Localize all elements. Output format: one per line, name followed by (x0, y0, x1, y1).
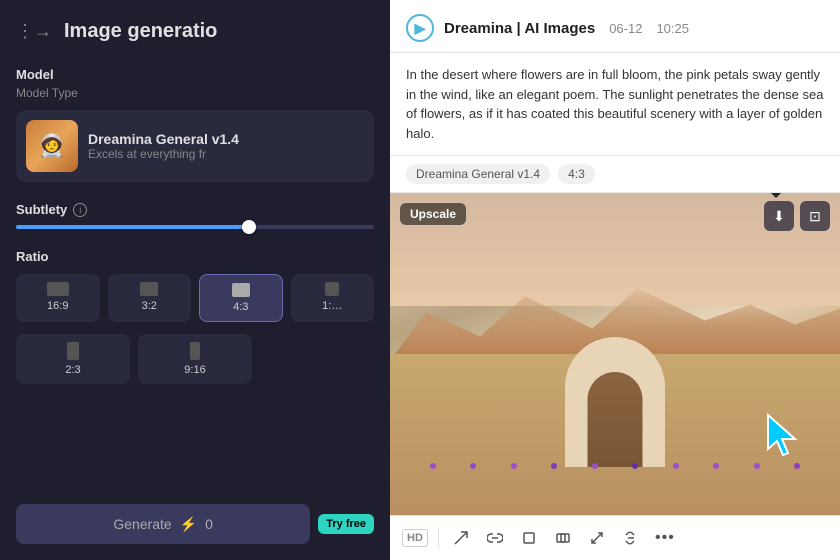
tag-model: Dreamina General v1.4 (406, 164, 550, 184)
tag-ratio: 4:3 (558, 164, 595, 184)
ratio-section: Ratio 16:9 3:2 4:3 1:… 2:3 (16, 249, 374, 384)
tags-row: Dreamina General v1.4 4:3 (390, 156, 840, 193)
ratio-text-3-2: 3:2 (142, 300, 157, 312)
page-title: Image generatio (64, 20, 217, 43)
ratio-text-9-16: 9:16 (184, 364, 205, 376)
toolbar-btn-chain[interactable] (617, 524, 645, 552)
flowers-row (413, 463, 818, 483)
flower (430, 463, 436, 469)
toolbar-btn-more[interactable]: ••• (651, 524, 679, 552)
slider-fill (16, 225, 249, 229)
hd-badge: HD (402, 529, 428, 547)
ratio-icon-2-3 (67, 342, 79, 360)
chain-icon (623, 530, 639, 546)
toolbar-btn-crop[interactable] (515, 524, 543, 552)
model-thumbnail: 🧑‍🚀 (26, 120, 78, 172)
image-actions: ⬇ Download ⊡ (764, 201, 830, 231)
image-container: Upscale ⬇ Download ⊡ (390, 193, 840, 515)
subtlety-row: Subtlety i (16, 202, 374, 217)
upscale-icon (453, 530, 469, 546)
link-icon (487, 530, 503, 546)
model-thumbnail-image: 🧑‍🚀 (26, 120, 78, 172)
generate-label: Generate (113, 516, 171, 532)
image-actions-wrapper: ⬇ Download ⊡ (764, 201, 830, 231)
toolbar-btn-link[interactable] (481, 524, 509, 552)
generate-bar: Generate ⚡ 0 Try free (16, 504, 374, 544)
flower (592, 463, 598, 469)
fullscreen-button[interactable]: ⊡ (800, 201, 830, 231)
ratio-icon-4-3 (232, 283, 250, 297)
ratio-btn-3-2[interactable]: 3:2 (108, 274, 192, 322)
flower (632, 463, 638, 469)
flower (713, 463, 719, 469)
ratio-icon-1-1 (325, 282, 339, 296)
bottom-toolbar: HD ••• (390, 515, 840, 560)
left-panel: ⋮→ Image generatio Model Model Type 🧑‍🚀 … (0, 0, 390, 560)
model-type-label: Model Type (16, 86, 374, 100)
ratio-icon-16-9 (47, 282, 69, 296)
model-section: Model Model Type 🧑‍🚀 Dreamina General v1… (16, 67, 374, 182)
ratio-grid: 16:9 3:2 4:3 1:… (16, 274, 374, 322)
ratio-icon-9-16 (190, 342, 200, 360)
slider-thumb[interactable] (242, 220, 256, 234)
ratio-btn-2-3[interactable]: 2:3 (16, 334, 130, 384)
generated-image (390, 193, 840, 515)
more-icon: ••• (655, 529, 675, 547)
download-icon: ⬇ (773, 208, 785, 225)
ratio-btn-1-1[interactable]: 1:… (291, 274, 375, 322)
subtlety-slider[interactable] (16, 225, 374, 229)
info-icon: i (73, 203, 87, 217)
ratio-grid-bottom: 2:3 9:16 (16, 334, 374, 384)
flower (551, 463, 557, 469)
model-label: Model (16, 67, 374, 82)
model-desc: Excels at everything fr (88, 147, 239, 161)
ratio-label: Ratio (16, 249, 374, 264)
arch-hole (588, 372, 643, 467)
sidebar-icon[interactable]: ⋮→ (16, 21, 52, 42)
generate-icon: ⚡ (180, 516, 197, 533)
download-button[interactable]: ⬇ Download (764, 201, 794, 231)
ratio-text-4-3: 4:3 (233, 301, 248, 313)
ratio-text-2-3: 2:3 (65, 364, 80, 376)
header-date: 06-12 (609, 21, 642, 36)
model-card[interactable]: 🧑‍🚀 Dreamina General v1.4 Excels at ever… (16, 110, 374, 182)
description-text: In the desert where flowers are in full … (406, 65, 824, 143)
ratio-btn-4-3[interactable]: 4:3 (199, 274, 283, 322)
arch-structure (555, 327, 675, 467)
flower (673, 463, 679, 469)
app-name: Dreamina | AI Images (444, 20, 595, 37)
expand-icon (555, 530, 571, 546)
flower (794, 463, 800, 469)
right-header: ▶ Dreamina | AI Images 06-12 10:25 (390, 0, 840, 53)
try-free-badge[interactable]: Try free (318, 514, 374, 534)
toolbar-btn-resize[interactable] (583, 524, 611, 552)
generate-credits: 0 (205, 516, 213, 532)
toolbar-btn-upscale[interactable] (447, 524, 475, 552)
ratio-icon-3-2 (140, 282, 158, 296)
ratio-text-16-9: 16:9 (47, 300, 68, 312)
model-name: Dreamina General v1.4 (88, 131, 239, 147)
app-icon: ▶ (406, 14, 434, 42)
upscale-badge: Upscale (400, 203, 466, 225)
fullscreen-icon: ⊡ (809, 208, 821, 225)
header-time: 10:25 (656, 21, 689, 36)
flower (754, 463, 760, 469)
resize-icon (589, 530, 605, 546)
description-area: In the desert where flowers are in full … (390, 53, 840, 156)
ratio-btn-16-9[interactable]: 16:9 (16, 274, 100, 322)
left-header: ⋮→ Image generatio (16, 20, 374, 43)
ratio-text-1-1: 1:… (322, 300, 342, 312)
ratio-btn-9-16[interactable]: 9:16 (138, 334, 252, 384)
generate-button[interactable]: Generate ⚡ 0 (16, 504, 310, 544)
right-panel: ▶ Dreamina | AI Images 06-12 10:25 In th… (390, 0, 840, 560)
flower (470, 463, 476, 469)
subtlety-label: Subtlety (16, 202, 67, 217)
crop-icon (521, 530, 537, 546)
toolbar-btn-expand[interactable] (549, 524, 577, 552)
model-info: Dreamina General v1.4 Excels at everythi… (88, 131, 239, 161)
flower (511, 463, 517, 469)
toolbar-divider (438, 528, 439, 548)
subtlety-section: Subtlety i (16, 202, 374, 229)
